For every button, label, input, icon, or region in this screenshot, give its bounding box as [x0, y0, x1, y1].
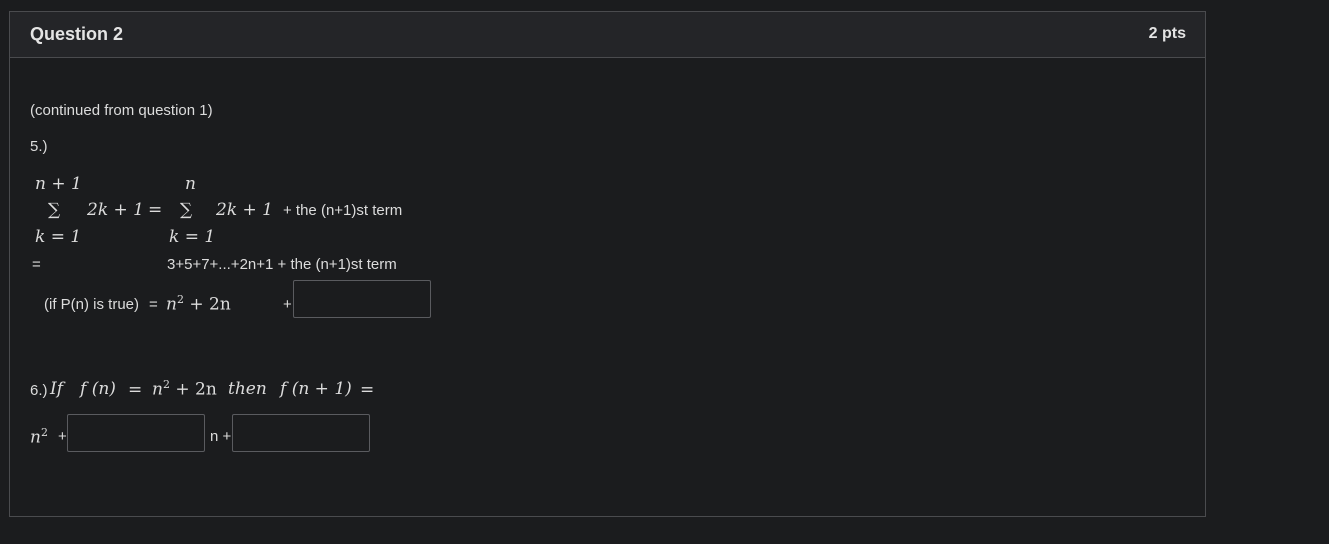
- sum-left-term: 2k + 1: [87, 200, 144, 220]
- sum-right-term: 2k + 1: [216, 200, 273, 220]
- part6-n-plus: n +: [210, 428, 232, 445]
- line2-equals: =: [32, 256, 41, 273]
- question-card: Question 2 2 pts (continued from questio…: [9, 11, 1206, 517]
- part6-f-n-plus-1: f (n + 1): [280, 379, 352, 399]
- answer-input-1[interactable]: [293, 280, 431, 318]
- next-term-text: + the (n+1)st term: [283, 202, 403, 219]
- line2-expression: 3+5+7+...+2n+1 + the (n+1)st term: [167, 256, 397, 273]
- sum-left-upper-limit: n + 1: [35, 174, 82, 194]
- answer-input-3[interactable]: [232, 414, 370, 452]
- part6-plus: +: [58, 428, 67, 445]
- sum-right-sigma: ∑: [180, 200, 193, 220]
- intro-text: (continued from question 1): [30, 102, 213, 119]
- question-header: Question 2 2 pts: [10, 12, 1205, 58]
- part6-answer-n-squared: n2: [30, 426, 48, 448]
- sum-left-sigma: ∑: [48, 200, 61, 220]
- sum-left-lower-limit: k = 1: [35, 227, 82, 247]
- question-points: 2 pts: [1148, 25, 1186, 42]
- part6-f-n: f (n): [80, 379, 116, 399]
- line3-equals: =: [149, 296, 158, 313]
- part6-if: If: [50, 379, 64, 399]
- sum-equals: =: [148, 200, 163, 220]
- line3-condition: (if P(n) is true): [44, 296, 140, 313]
- part6-equals-2: =: [360, 380, 375, 400]
- part6-expression: n2 + 2n: [152, 378, 217, 400]
- sum-right-upper-limit: n: [185, 174, 196, 194]
- part6-equals: =: [128, 380, 143, 400]
- answer-input-2[interactable]: [67, 414, 205, 452]
- part6-label: 6.): [30, 382, 48, 399]
- sum-right-lower-limit: k = 1: [169, 227, 216, 247]
- line3-expression: n2 + 2n: [166, 293, 231, 315]
- part5-label: 5.): [30, 138, 48, 155]
- question-title: Question 2: [30, 24, 124, 44]
- part6-then: then: [228, 379, 267, 399]
- line3-plus: +: [283, 296, 292, 313]
